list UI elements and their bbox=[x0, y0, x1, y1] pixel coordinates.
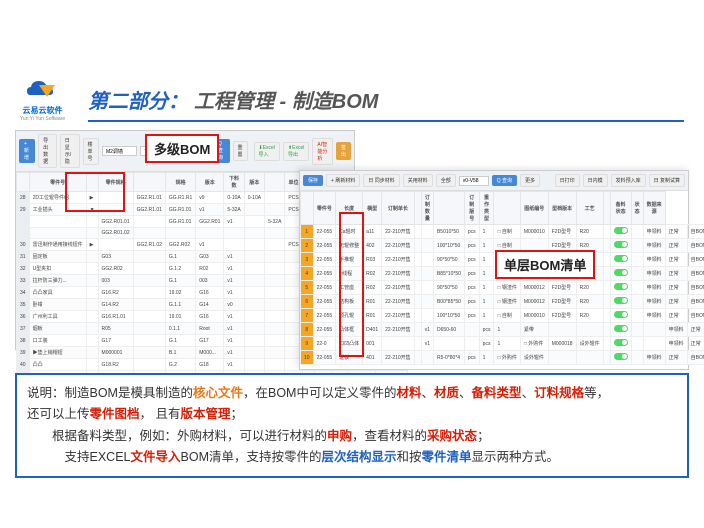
col-header[interactable]: 状态 bbox=[631, 192, 643, 225]
toggle-switch[interactable] bbox=[614, 311, 628, 318]
col-header[interactable]: 版本 bbox=[196, 173, 224, 192]
col-header[interactable]: 横型 bbox=[363, 192, 382, 225]
col-header[interactable] bbox=[17, 173, 30, 192]
table-row[interactable]: 1022-055辊板40122-210开售R5-0*80*4pcs1□ 外购件设… bbox=[301, 351, 704, 365]
save-button[interactable]: 保存 bbox=[303, 175, 323, 186]
refresh-button[interactable]: + 刷新材料 bbox=[326, 174, 360, 187]
table-row[interactable]: 722-055顶孔辊R0122-210开售100*10*50pcs1□ 自制M0… bbox=[301, 309, 704, 323]
col-header[interactable] bbox=[494, 192, 520, 225]
more-button[interactable]: 更多 bbox=[520, 174, 540, 187]
col-header[interactable]: 订制版号 bbox=[464, 192, 479, 225]
inner-button[interactable]: 日内模 bbox=[583, 174, 608, 187]
table-row[interactable]: 522-055工管座R0222-210开售90*50*50pcs1□ 钢渣件M0… bbox=[301, 281, 704, 295]
col-header[interactable]: 型档版本 bbox=[548, 192, 576, 225]
checkout-button[interactable]: 签出 bbox=[336, 142, 351, 160]
callout-multilevel-bom: 多级BOM bbox=[145, 134, 219, 163]
add-button[interactable]: + 新增 bbox=[19, 139, 35, 163]
logo-text: 云易云软件 bbox=[15, 105, 70, 116]
model-input[interactable] bbox=[102, 146, 137, 156]
col-header[interactable]: 数据来源 bbox=[643, 192, 665, 225]
col-header[interactable] bbox=[603, 192, 610, 225]
col-header[interactable]: 订制数量 bbox=[421, 192, 433, 225]
col-header[interactable]: 规格 bbox=[165, 173, 195, 192]
copy-button[interactable]: 日 复制试算 bbox=[649, 174, 685, 187]
col-header[interactable]: 图纸编号 bbox=[520, 192, 548, 225]
version-input[interactable] bbox=[459, 176, 489, 186]
prestock-button[interactable]: 发料预入库 bbox=[611, 174, 646, 187]
callout-single-bom: 单层BOM清单 bbox=[495, 250, 595, 279]
page-title: 第二部分：工程管理 - 制造BOM bbox=[88, 85, 684, 122]
export-button[interactable]: 导出数据 bbox=[38, 134, 57, 168]
col-header[interactable]: 零件规格 bbox=[98, 173, 133, 192]
table-row[interactable]: 122-055Ca辊时a1122-210开售B5010*50pcs1□ 自制M0… bbox=[301, 225, 704, 239]
toggle-switch[interactable] bbox=[614, 255, 628, 262]
bom-list-panel: 保存 + 刷新材料 日 同步材料 关用材料 全部 Q 查询 更多 日打印 日内模… bbox=[299, 170, 689, 370]
excel-export-button[interactable]: ⬆Excel导出 bbox=[283, 142, 309, 161]
ai-button[interactable]: AI智能分析 bbox=[312, 138, 333, 165]
toggle-switch[interactable] bbox=[614, 339, 628, 346]
col-header[interactable]: 长度 bbox=[336, 192, 363, 225]
excel-import-button[interactable]: ⬇Excel导入 bbox=[254, 142, 280, 161]
col-header[interactable] bbox=[301, 192, 314, 225]
col-header[interactable] bbox=[86, 173, 98, 192]
col-header[interactable]: 零件号 bbox=[29, 173, 86, 192]
fields-button[interactable]: 日 显示/隐 bbox=[60, 134, 80, 168]
col-header[interactable] bbox=[433, 192, 464, 225]
col-header[interactable] bbox=[265, 173, 285, 192]
sync-button[interactable]: 日 同步材料 bbox=[363, 174, 399, 187]
toggle-switch[interactable] bbox=[614, 227, 628, 234]
col-header[interactable]: 订制单长 bbox=[382, 192, 415, 225]
print-button[interactable]: 日打印 bbox=[555, 174, 580, 187]
query2-button[interactable]: Q 查询 bbox=[492, 175, 517, 186]
toggle-switch[interactable] bbox=[614, 269, 628, 276]
material-button[interactable]: 关用材料 bbox=[403, 174, 433, 187]
description-box: 说明：制造BOM是模具制造的核心文件，在BOM中可以定义零件的材料、材质、备料类… bbox=[15, 373, 689, 478]
table-row[interactable]: 822-055凸体框D40122-210开售v1D650-60pcs1紧带申领料… bbox=[301, 323, 704, 337]
logo: 云易云软件 Yun Yi Yun Software bbox=[15, 75, 70, 122]
col-header[interactable]: 工艺 bbox=[576, 192, 603, 225]
toggle-switch[interactable] bbox=[614, 241, 628, 248]
col-header[interactable]: 下料数 bbox=[224, 173, 244, 192]
cloud-logo-icon bbox=[25, 75, 61, 103]
col-header[interactable]: 版本 bbox=[244, 173, 264, 192]
col-header[interactable] bbox=[133, 173, 165, 192]
toggle-switch[interactable] bbox=[614, 283, 628, 290]
all-button[interactable]: 全部 bbox=[436, 174, 456, 187]
right-toolbar: 保存 + 刷新材料 日 同步材料 关用材料 全部 Q 查询 更多 日打印 日内模… bbox=[300, 171, 688, 191]
toggle-switch[interactable] bbox=[614, 325, 628, 332]
toggle-switch[interactable] bbox=[614, 297, 628, 304]
col-header[interactable]: 备料状态 bbox=[610, 192, 631, 225]
col-header[interactable]: 重作类型 bbox=[479, 192, 494, 225]
logo-subtext: Yun Yi Yun Software bbox=[15, 116, 70, 122]
col-header[interactable] bbox=[414, 192, 421, 225]
table-row[interactable]: 922-0口凹凸体001v1pcs1□ 外购件M000018设外辊件申领料正常自… bbox=[301, 337, 704, 351]
col-header[interactable]: 零件号 bbox=[313, 192, 336, 225]
toggle-switch[interactable] bbox=[614, 353, 628, 360]
table-row[interactable]: 622-055结构板R0122-210开售B00*85*50pcs1□ 钢渣件M… bbox=[301, 295, 704, 309]
col-button[interactable]: 楼单号 bbox=[83, 138, 99, 165]
reset-button[interactable]: 重置 bbox=[233, 141, 248, 161]
